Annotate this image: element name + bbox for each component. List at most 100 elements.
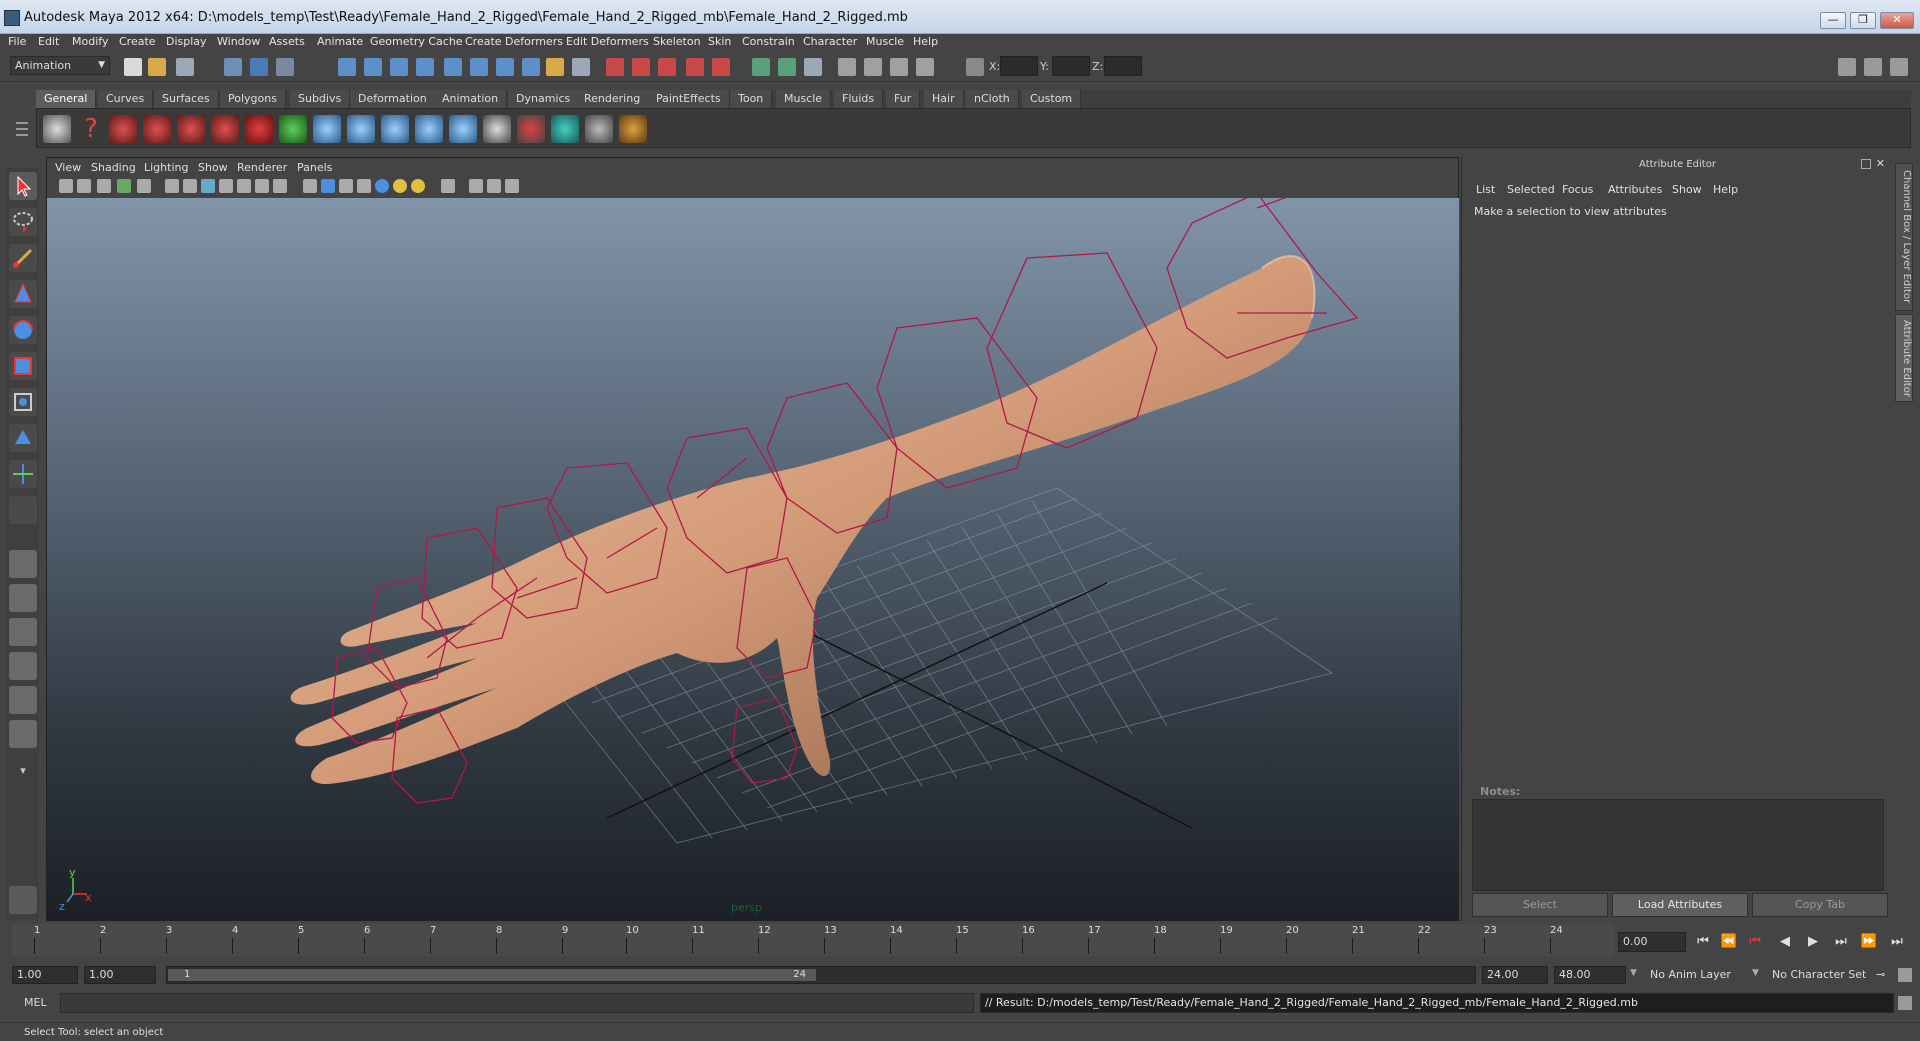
- notes-field[interactable]: [1472, 799, 1884, 891]
- lights-icon[interactable]: [411, 179, 425, 193]
- deformer-icon[interactable]: [517, 115, 545, 143]
- animation-start-field[interactable]: 1.00: [12, 966, 78, 984]
- play-backwards-icon[interactable]: ◀: [1774, 932, 1796, 952]
- textured-icon[interactable]: [357, 179, 371, 193]
- time-slider[interactable]: 1 2 3 4 5 6 7 8 9 10 11 12 13 14 15 16 1…: [12, 924, 1614, 956]
- layout-dropdown-icon[interactable]: ▾: [9, 764, 37, 792]
- open-scene-icon[interactable]: [148, 58, 166, 76]
- sphere-icon[interactable]: [313, 115, 341, 143]
- tab-animation[interactable]: Animation: [434, 90, 508, 108]
- film-gate-icon[interactable]: [183, 179, 197, 193]
- close-button[interactable]: ✕: [1880, 12, 1914, 29]
- anim-layer-selector[interactable]: No Anim Layer: [1650, 968, 1731, 981]
- tab-attribute-editor[interactable]: Attribute Editor: [1895, 314, 1913, 402]
- menu-modify[interactable]: Modify: [72, 35, 108, 48]
- render-reel-icon[interactable]: [43, 115, 71, 143]
- z-field[interactable]: [1104, 56, 1142, 76]
- single-perspective-layout-icon[interactable]: [9, 550, 37, 578]
- last-tool-icon[interactable]: [9, 496, 37, 524]
- step-back-frame-icon[interactable]: ⏪: [1718, 932, 1740, 952]
- tab-fur[interactable]: Fur: [886, 90, 921, 108]
- smooth-shade-icon[interactable]: [321, 179, 335, 193]
- gate-mask-icon[interactable]: [219, 179, 233, 193]
- select-button[interactable]: Select: [1472, 893, 1608, 917]
- ae-menu-focus[interactable]: Focus: [1562, 183, 1593, 196]
- panel-menu-show[interactable]: Show: [198, 161, 228, 174]
- select-by-hierarchy-icon[interactable]: [224, 58, 242, 76]
- select-by-component-icon[interactable]: [276, 58, 294, 76]
- resolution-gate-icon[interactable]: [201, 179, 215, 193]
- ae-menu-list[interactable]: List: [1476, 183, 1495, 196]
- lasso-tool-icon[interactable]: [9, 208, 37, 236]
- select-camera-icon[interactable]: [59, 179, 73, 193]
- help-question-icon[interactable]: ?: [77, 115, 105, 143]
- rotate-tool-icon[interactable]: [9, 316, 37, 344]
- menu-skin[interactable]: Skin: [708, 35, 731, 48]
- ae-menu-show[interactable]: Show: [1672, 183, 1702, 196]
- shadows-icon[interactable]: [393, 179, 407, 193]
- safe-action-icon[interactable]: [255, 179, 269, 193]
- wireframe-on-shaded-icon[interactable]: [339, 179, 353, 193]
- shelf-menu-icon[interactable]: [14, 118, 30, 142]
- tab-hair[interactable]: Hair: [924, 90, 964, 108]
- menu-create-deformers[interactable]: Create Deformers: [465, 35, 563, 48]
- menu-edit-deformers[interactable]: Edit Deformers: [566, 35, 649, 48]
- select-curves-icon[interactable]: [390, 58, 408, 76]
- new-scene-icon[interactable]: [124, 58, 142, 76]
- menu-create[interactable]: Create: [119, 35, 156, 48]
- select-handles-icon[interactable]: [338, 58, 356, 76]
- question-icon[interactable]: [522, 58, 540, 76]
- skeleton-tool-icon-4[interactable]: [449, 115, 477, 143]
- universal-manipulator-icon[interactable]: [9, 388, 37, 416]
- input-ops-icon[interactable]: [752, 58, 770, 76]
- menu-geometry-cache[interactable]: Geometry Cache: [370, 35, 463, 48]
- lock-selection-icon[interactable]: [546, 58, 564, 76]
- menu-skeleton[interactable]: Skeleton: [653, 35, 701, 48]
- channel-box-toggle-icon[interactable]: [1864, 58, 1882, 76]
- rigging-icon-4[interactable]: [211, 115, 239, 143]
- panel-menu-renderer[interactable]: Renderer: [237, 161, 287, 174]
- mel-command-input[interactable]: [60, 993, 974, 1013]
- panel-menu-lighting[interactable]: Lighting: [144, 161, 188, 174]
- safe-title-icon[interactable]: [273, 179, 287, 193]
- playback-end-field[interactable]: 24.00: [1482, 966, 1548, 984]
- xray-icon[interactable]: [469, 179, 483, 193]
- output-ops-icon[interactable]: [778, 58, 796, 76]
- rigging-icon-1[interactable]: [109, 115, 137, 143]
- rigging-icon-2[interactable]: [143, 115, 171, 143]
- share-icon[interactable]: [505, 179, 519, 193]
- float-panel-icon[interactable]: [1861, 159, 1871, 169]
- play-forwards-icon[interactable]: ▶: [1802, 932, 1824, 952]
- layer-icon[interactable]: [483, 115, 511, 143]
- hand-model[interactable]: [290, 256, 1315, 784]
- camera-attributes-icon[interactable]: [77, 179, 91, 193]
- close-panel-icon[interactable]: ✕: [1876, 157, 1885, 170]
- panel-menu-view[interactable]: View: [55, 161, 81, 174]
- hypershade-layout-icon[interactable]: [9, 686, 37, 714]
- menu-edit[interactable]: Edit: [38, 35, 59, 48]
- skeleton-tool-icon-1[interactable]: [347, 115, 375, 143]
- graph-editor-layout-icon[interactable]: [9, 652, 37, 680]
- four-view-layout-icon[interactable]: [9, 584, 37, 612]
- joint-tool-icon[interactable]: [245, 115, 273, 143]
- panel-menu-panels[interactable]: Panels: [297, 161, 332, 174]
- tab-surfaces[interactable]: Surfaces: [154, 90, 219, 108]
- construction-history-icon[interactable]: [804, 58, 822, 76]
- use-all-lights-icon[interactable]: [375, 179, 389, 193]
- skeleton-tool-icon-3[interactable]: [415, 115, 443, 143]
- outliner-layout-icon[interactable]: [9, 618, 37, 646]
- tab-custom[interactable]: Custom: [1022, 90, 1082, 108]
- character-set-selector[interactable]: No Character Set: [1772, 968, 1866, 981]
- paint-select-tool-icon[interactable]: [9, 244, 37, 272]
- select-rendering-icon[interactable]: [496, 58, 514, 76]
- select-deformations-icon[interactable]: [444, 58, 462, 76]
- image-plane-icon[interactable]: [117, 179, 131, 193]
- dope-sheet-layout-icon[interactable]: [9, 720, 37, 748]
- tab-subdivs[interactable]: Subdivs: [290, 90, 351, 108]
- rigging-icon-3[interactable]: [177, 115, 205, 143]
- tab-rendering[interactable]: Rendering: [576, 90, 650, 108]
- panel-menu-shading[interactable]: Shading: [91, 161, 136, 174]
- menu-assets[interactable]: Assets: [269, 35, 305, 48]
- minimize-button[interactable]: —: [1820, 12, 1846, 29]
- tab-dynamics[interactable]: Dynamics: [508, 90, 580, 108]
